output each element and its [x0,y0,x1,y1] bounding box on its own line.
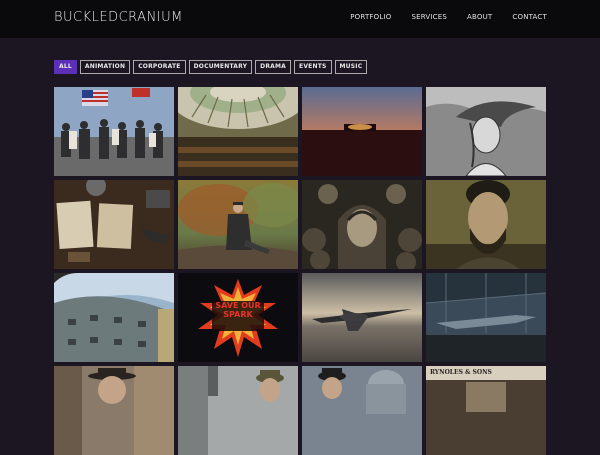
site-logo[interactable]: BUCKLEDCRANIUM [54,10,183,25]
filter-all[interactable]: ALL [54,60,77,74]
thumb-hangar-plane[interactable] [426,273,546,362]
thumb-soldier[interactable] [178,366,298,455]
nav-about[interactable]: ABOUT [467,13,492,21]
thumb-library-dome[interactable] [178,87,298,176]
thumb-ornate-woman[interactable] [302,180,422,269]
filter-music[interactable]: MUSIC [334,60,368,74]
thumb-bearded-man[interactable] [426,180,546,269]
thumb-fighter-plane[interactable] [302,273,422,362]
nav-services[interactable]: SERVICES [411,13,447,21]
nav-portfolio[interactable]: PORTFOLIO [350,13,391,21]
thumb-shopfront[interactable]: RYNOLES & SONS [426,366,546,455]
thumb-flag-crowd[interactable] [54,87,174,176]
filter-animation[interactable]: ANIMATION [79,60,131,74]
filter-events[interactable]: EVENTS [294,60,332,74]
save-our-spark-text: SAVE OUR SPARK [215,301,261,319]
thumb-desk-papers[interactable] [54,180,174,269]
main-nav: PORTFOLIO SERVICES ABOUT CONTACT [330,13,547,21]
filter-corporate[interactable]: CORPORATE [133,60,186,74]
thumb-man-hat[interactable] [54,366,174,455]
portfolio-filter-bar: ALL ANIMATION CORPORATE DOCUMENTARY DRAM… [54,60,368,74]
filter-documentary[interactable]: DOCUMENTARY [188,60,253,74]
top-navigation-bar: BUCKLEDCRANIUM PORTFOLIO SERVICES ABOUT … [0,0,600,38]
thumb-woman-sketch[interactable] [426,87,546,176]
thumb-sunset-horizon[interactable] [302,87,422,176]
thumb-city-men[interactable] [302,366,422,455]
thumb-fort-tower[interactable] [54,273,174,362]
thumb-man-reading[interactable] [178,180,298,269]
nav-contact[interactable]: CONTACT [512,13,547,21]
shopfront-sign: RYNOLES & SONS [430,369,492,376]
thumb-save-our-spark[interactable]: SAVE OUR SPARK [178,273,298,362]
filter-drama[interactable]: DRAMA [255,60,292,74]
